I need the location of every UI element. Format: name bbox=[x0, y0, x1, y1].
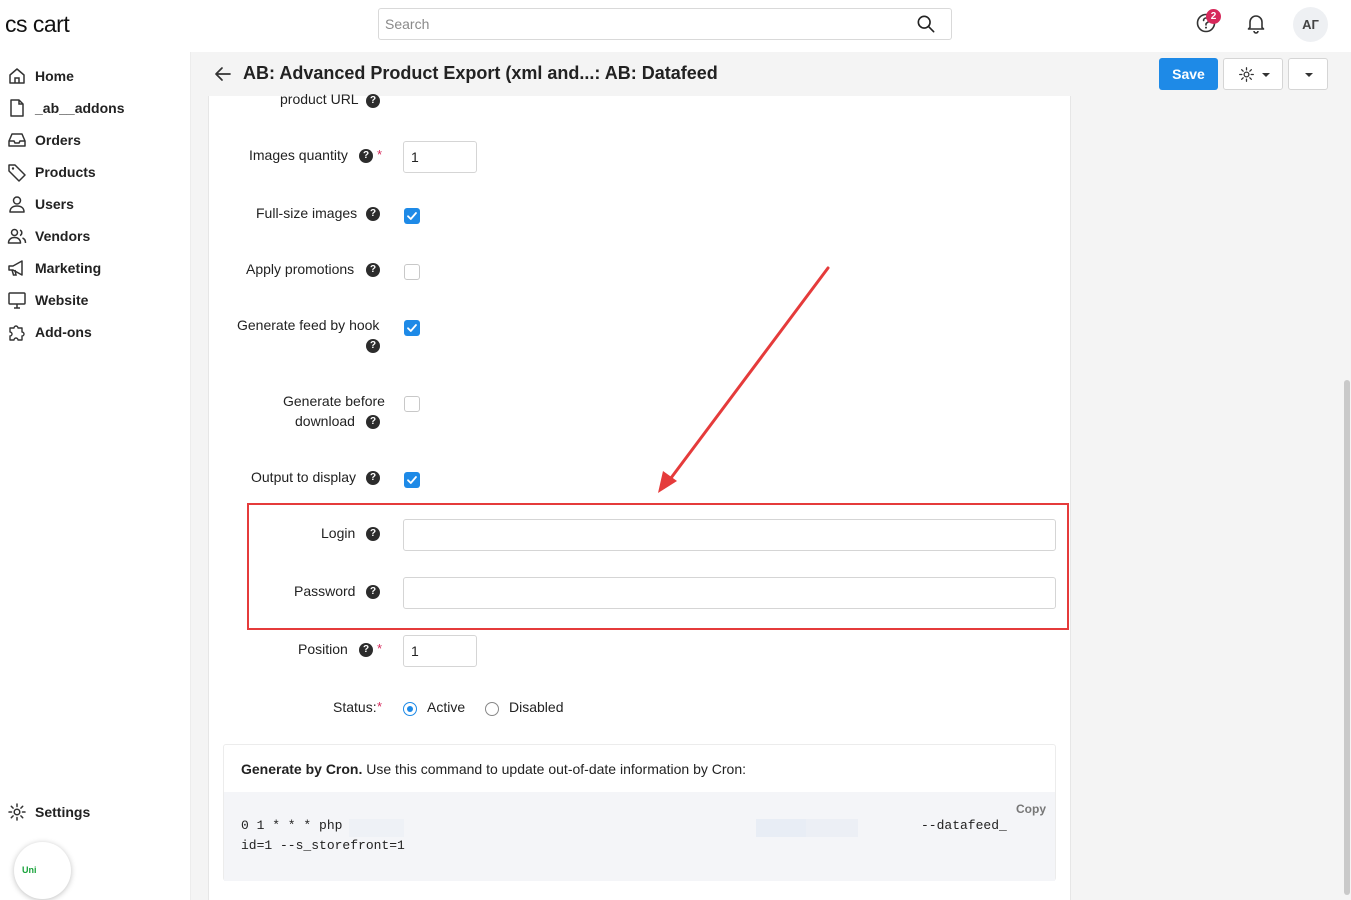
sidebar-item-website[interactable]: Website bbox=[0, 284, 191, 316]
generate-before-download-checkbox[interactable] bbox=[404, 396, 420, 412]
chevron-down-icon bbox=[1262, 73, 1270, 77]
help-icon[interactable]: ? bbox=[359, 149, 373, 163]
help-icon[interactable]: ? bbox=[366, 263, 380, 277]
bell-icon[interactable] bbox=[1244, 11, 1268, 35]
help-icon[interactable]: ? bbox=[366, 207, 380, 221]
status-disabled-radio[interactable] bbox=[485, 702, 499, 716]
redacted-block bbox=[756, 819, 806, 837]
uni-widget-button[interactable]: Uni bbox=[14, 842, 71, 899]
chevron-down-icon bbox=[1305, 73, 1313, 77]
sidebar-item-label: Products bbox=[35, 164, 96, 180]
status-active-label[interactable]: Active bbox=[427, 699, 465, 715]
avatar[interactable]: АГ bbox=[1293, 7, 1328, 42]
sidebar-item-ab-addons[interactable]: _ab__addons bbox=[0, 92, 191, 124]
output-to-display-checkbox[interactable] bbox=[404, 472, 420, 488]
gear-icon bbox=[8, 803, 26, 821]
cron-info-box: Generate by Cron. Use this command to up… bbox=[223, 744, 1056, 881]
page-title: AB: Advanced Product Export (xml and...:… bbox=[243, 63, 718, 83]
status-disabled-label[interactable]: Disabled bbox=[509, 699, 563, 715]
cron-command-line-1-start: 0 1 * * * php bbox=[241, 818, 343, 833]
sidebar-item-add-ons[interactable]: Add-ons bbox=[0, 316, 191, 348]
cron-command-line-1-end: --datafeed_ bbox=[921, 818, 1007, 833]
redacted-block bbox=[349, 819, 404, 837]
sidebar-item-products[interactable]: Products bbox=[0, 156, 191, 188]
checkmark-icon bbox=[407, 476, 417, 484]
more-actions-button[interactable] bbox=[1288, 58, 1328, 90]
megaphone-icon bbox=[8, 260, 23, 276]
sidebar-item-label: _ab__addons bbox=[35, 100, 125, 116]
inbox-icon bbox=[8, 133, 26, 147]
cron-heading: Generate by Cron. Use this command to up… bbox=[241, 761, 746, 777]
save-button[interactable]: Save bbox=[1159, 58, 1218, 90]
search-box bbox=[378, 8, 952, 40]
back-arrow-icon[interactable] bbox=[213, 64, 233, 84]
status-label: Status: bbox=[333, 699, 377, 715]
generate-before-download-label: Generate before bbox=[283, 393, 385, 409]
sidebar: Home _ab__addons Orders Products Users V… bbox=[0, 52, 191, 900]
sidebar-item-label: Website bbox=[35, 292, 89, 308]
checkmark-icon bbox=[407, 212, 417, 220]
user-icon bbox=[9, 196, 25, 213]
sidebar-item-label: Home bbox=[35, 68, 74, 84]
help-icon[interactable]: ? bbox=[366, 415, 380, 429]
sidebar-item-settings[interactable]: Settings bbox=[0, 796, 191, 828]
full-size-images-checkbox[interactable] bbox=[404, 208, 420, 224]
gear-icon bbox=[1239, 67, 1254, 82]
required-asterisk: * bbox=[377, 147, 383, 162]
position-label: Position bbox=[298, 641, 348, 657]
annotation-arrow-icon bbox=[658, 266, 830, 493]
cron-command-block[interactable]: Copy 0 1 * * * php --datafeed_ id=1 --s_… bbox=[224, 792, 1055, 881]
sidebar-item-marketing[interactable]: Marketing bbox=[0, 252, 191, 284]
settings-dropdown-button[interactable] bbox=[1223, 58, 1283, 90]
sidebar-item-label: Marketing bbox=[35, 260, 102, 276]
scrollbar-thumb[interactable] bbox=[1344, 380, 1350, 895]
sidebar-item-vendors[interactable]: Vendors bbox=[0, 220, 191, 252]
sidebar-item-label: Settings bbox=[35, 804, 91, 820]
copy-button[interactable]: Copy bbox=[1016, 802, 1046, 816]
sidebar-item-orders[interactable]: Orders bbox=[0, 124, 191, 156]
notification-badge: 2 bbox=[1206, 9, 1221, 24]
images-quantity-input[interactable] bbox=[403, 141, 477, 173]
monitor-icon bbox=[8, 292, 26, 309]
top-bar: cs cart 2 АГ bbox=[0, 0, 1351, 52]
generate-feed-by-hook-checkbox[interactable] bbox=[404, 320, 420, 336]
full-size-images-label: Full-size images bbox=[256, 205, 358, 221]
cron-heading-bold: Generate by Cron. bbox=[241, 761, 363, 777]
help-icon[interactable]: ? bbox=[366, 94, 380, 108]
sidebar-item-label: Vendors bbox=[35, 228, 91, 244]
sidebar-item-users[interactable]: Users bbox=[0, 188, 191, 220]
search-input[interactable] bbox=[379, 9, 899, 39]
sidebar-item-home[interactable]: Home bbox=[0, 60, 191, 92]
required-asterisk: * bbox=[377, 641, 383, 656]
status-active-radio[interactable] bbox=[403, 702, 417, 716]
checkmark-icon bbox=[407, 324, 417, 332]
generate-feed-by-hook-label: Generate feed by hook bbox=[237, 317, 380, 333]
apply-promotions-checkbox[interactable] bbox=[404, 264, 420, 280]
images-quantity-label: Images quantity bbox=[249, 147, 348, 163]
help-icon[interactable]: ? bbox=[366, 471, 380, 485]
sidebar-item-label: Add-ons bbox=[35, 324, 92, 340]
cs-cart-logo[interactable]: cs cart bbox=[5, 11, 70, 38]
help-icon[interactable]: ? bbox=[359, 643, 373, 657]
help-icon[interactable]: ? bbox=[366, 339, 380, 353]
cron-heading-text: Use this command to update out-of-date i… bbox=[362, 761, 747, 777]
sidebar-item-label: Users bbox=[35, 196, 74, 212]
home-icon bbox=[9, 68, 25, 84]
required-asterisk: * bbox=[377, 699, 383, 714]
apply-promotions-label: Apply promotions bbox=[246, 261, 355, 277]
redacted-block bbox=[806, 819, 858, 837]
cron-command-line-2: id=1 --s_storefront=1 bbox=[241, 838, 405, 853]
users-icon bbox=[7, 228, 27, 244]
generate-before-download-label-line2: download bbox=[295, 413, 355, 429]
tag-icon bbox=[8, 164, 26, 182]
puzzle-icon bbox=[9, 325, 25, 341]
file-icon bbox=[10, 99, 24, 117]
product-url-label: product URL bbox=[280, 91, 359, 107]
position-input[interactable] bbox=[403, 635, 477, 667]
annotation-highlight-box bbox=[247, 503, 1069, 630]
search-icon[interactable] bbox=[917, 15, 935, 33]
sidebar-item-label: Orders bbox=[35, 132, 81, 148]
output-to-display-label: Output to display bbox=[251, 469, 357, 485]
